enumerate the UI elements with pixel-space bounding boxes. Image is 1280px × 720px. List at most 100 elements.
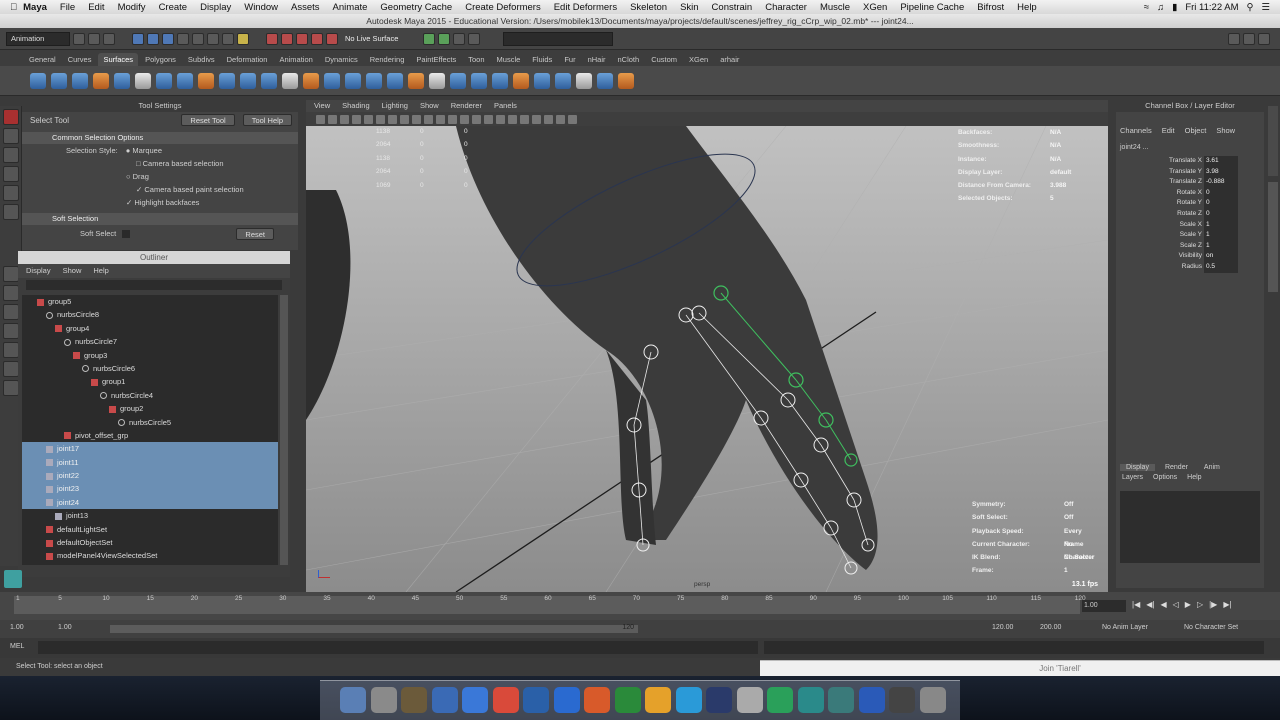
menu-create[interactable]: Create [159, 2, 188, 13]
step-forward-frame-icon[interactable]: ▷ [1197, 600, 1203, 609]
cb-menu-object[interactable]: Object [1185, 124, 1207, 138]
snap-view-plane-icon[interactable] [311, 32, 323, 45]
xray-components-icon[interactable] [568, 114, 577, 124]
birail-icon[interactable] [261, 72, 277, 89]
attach-icon[interactable] [450, 72, 466, 89]
end-time-field[interactable]: 200.00 [1040, 624, 1061, 631]
channel-attr-value[interactable]: 0 [1204, 208, 1238, 220]
shelf-tab-fluids[interactable]: Fluids [527, 53, 557, 66]
marquee-radio[interactable]: ● [126, 146, 131, 155]
boundary-icon[interactable] [282, 72, 298, 89]
terminal-icon[interactable] [889, 687, 915, 713]
outliner-item[interactable]: nurbsCircle5 [22, 416, 278, 429]
playback-end-field[interactable]: 120.00 [992, 624, 1013, 631]
step-back-key-icon[interactable]: ◀| [1146, 600, 1154, 609]
xray-icon[interactable] [544, 114, 553, 124]
mask-curves-icon[interactable] [207, 32, 219, 45]
command-input[interactable] [38, 641, 758, 654]
shelf-tab-general[interactable]: General [24, 53, 61, 66]
layer-tab-render[interactable]: Render [1159, 464, 1194, 471]
outliner-item[interactable]: nurbsCircle4 [22, 389, 278, 402]
viewport-menu-lighting[interactable]: Lighting [382, 100, 408, 112]
outliner-item[interactable]: group5 [22, 295, 278, 308]
shelf-tab-ncloth[interactable]: nCloth [613, 53, 645, 66]
outliner-item[interactable]: pivot_offset_grp [22, 429, 278, 442]
chat-icon[interactable] [767, 687, 793, 713]
camera-attr-icon[interactable] [316, 114, 325, 124]
nurbs-sphere-icon[interactable] [30, 72, 46, 89]
select-tool-icon[interactable] [3, 109, 19, 125]
rebuild-icon[interactable] [513, 72, 529, 89]
stitch-icon[interactable] [597, 72, 613, 89]
channel-attr-value[interactable]: 0 [1204, 198, 1238, 209]
mask-surfaces-icon[interactable] [222, 32, 234, 45]
channel-attr-value[interactable]: 1 [1204, 230, 1238, 241]
intersect-icon[interactable] [387, 72, 403, 89]
outliner-item[interactable]: group2 [22, 402, 278, 415]
cb-menu-show[interactable]: Show [1216, 124, 1235, 138]
insert-isoparm-icon[interactable] [492, 72, 508, 89]
shelf-tab-arhair[interactable]: arhair [715, 53, 744, 66]
channel-attr-row[interactable]: Rotate Y0 [1120, 198, 1260, 209]
menu-assets[interactable]: Assets [291, 2, 320, 13]
menu-bifrost[interactable]: Bifrost [977, 2, 1004, 13]
channel-attr-value[interactable]: 3.61 [1204, 156, 1238, 167]
field-chart-icon[interactable] [412, 114, 421, 124]
lights-icon[interactable] [496, 114, 505, 124]
isolate-select-icon[interactable] [532, 114, 541, 124]
outlook-icon[interactable] [645, 687, 671, 713]
select-object-icon[interactable] [147, 32, 159, 45]
channel-attr-row[interactable]: Scale Z1 [1120, 240, 1260, 252]
word-alt-icon[interactable] [553, 687, 580, 713]
soft-select-checkbox[interactable] [122, 229, 131, 238]
graph-editor-layout-icon[interactable] [3, 380, 19, 396]
nurbs-plane-icon[interactable] [114, 72, 130, 89]
hypershade-layout-icon[interactable] [3, 342, 19, 358]
photo-icon[interactable] [401, 687, 427, 713]
outliner-menu-display[interactable]: Display [26, 264, 51, 278]
smooth-shade-icon[interactable] [460, 114, 469, 124]
menu-help[interactable]: Help [1017, 2, 1037, 13]
bevel-icon[interactable] [324, 72, 340, 89]
revolve-icon[interactable] [177, 72, 193, 89]
persp-outliner-layout-icon[interactable] [3, 304, 19, 320]
paint-select-icon[interactable] [3, 147, 19, 163]
layer-menu-help[interactable]: Help [1187, 471, 1201, 485]
project-curve-icon[interactable] [366, 72, 382, 89]
channel-attr-row[interactable]: Radius 0.5 [1120, 261, 1260, 273]
tool-help-button[interactable]: Tool Help [242, 114, 292, 126]
chrome-icon[interactable] [462, 687, 488, 713]
viewport-panel[interactable]: View Shading Lighting Show Renderer Panels 11… [306, 100, 1108, 592]
save-scene-icon[interactable] [103, 32, 115, 45]
layer-tab-display[interactable]: Display [1120, 464, 1155, 471]
quick-selection-field[interactable] [503, 31, 614, 46]
outliner-menu-show[interactable]: Show [63, 264, 82, 278]
fillet-icon[interactable] [576, 72, 592, 89]
select-component-icon[interactable] [162, 32, 174, 45]
layer-list[interactable] [1120, 491, 1260, 563]
cb-menu-edit[interactable]: Edit [1162, 124, 1175, 138]
move-tool-icon[interactable] [3, 166, 19, 182]
play-forward-icon[interactable]: ▶ [1185, 600, 1191, 609]
menu-edit-deformers[interactable]: Edit Deformers [554, 2, 617, 13]
single-perspective-layout-icon[interactable] [3, 266, 19, 282]
channel-box-tab[interactable] [1268, 182, 1278, 292]
menu-animate[interactable]: Animate [333, 2, 368, 13]
menu-skeleton[interactable]: Skeleton [630, 2, 667, 13]
film-gate-icon[interactable] [376, 114, 385, 124]
menu-modify[interactable]: Modify [118, 2, 146, 13]
clock[interactable]: Fri 11:22 AM [1185, 2, 1238, 13]
ipr-render-icon[interactable] [438, 32, 451, 45]
shelf-tab-muscle[interactable]: Muscle [492, 53, 526, 66]
channel-attr-value[interactable]: 1 [1204, 240, 1238, 252]
gate-mask-icon[interactable] [400, 114, 409, 124]
apple-icon[interactable]:  [10, 2, 17, 13]
channel-attr-value[interactable]: on [1204, 251, 1238, 262]
channel-box-toggle-icon[interactable] [1258, 32, 1270, 45]
wireframe-icon[interactable] [448, 114, 457, 124]
nurbs-circle-icon[interactable] [156, 72, 172, 89]
channel-attr-row[interactable]: Visibility on [1120, 251, 1260, 262]
shelf-tab-nhair[interactable]: nHair [583, 53, 611, 66]
menu-file[interactable]: File [60, 2, 75, 13]
menu-constrain[interactable]: Constrain [712, 2, 753, 13]
